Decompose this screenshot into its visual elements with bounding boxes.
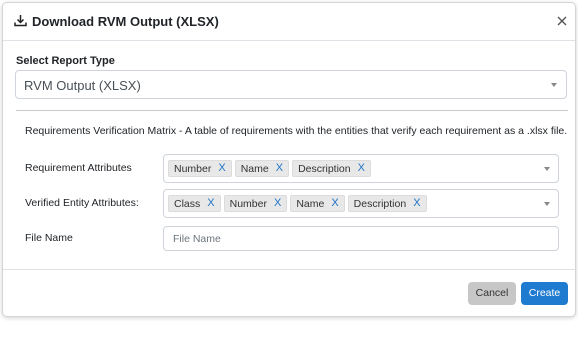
close-icon[interactable] <box>555 14 569 28</box>
dialog-title: Download RVM Output (XLSX) <box>32 14 219 29</box>
report-type-label: Select Report Type <box>16 55 115 67</box>
chip: Class X <box>168 195 221 212</box>
footer-divider <box>3 269 575 270</box>
remove-chip-button[interactable]: X <box>274 198 281 209</box>
remove-chip-button[interactable]: X <box>276 163 283 174</box>
section-divider <box>16 110 568 111</box>
requirement-attributes-label: Requirement Attributes <box>25 162 132 174</box>
chip: Description X <box>347 195 427 212</box>
verified-entity-attributes-select[interactable]: Class X Number X Name X Description X <box>163 189 559 218</box>
report-type-value: RVM Output (XLSX) <box>24 78 141 93</box>
dialog-header: Download RVM Output (XLSX) <box>3 3 575 41</box>
chip: Number X <box>223 195 288 212</box>
remove-chip-button[interactable]: X <box>218 163 225 174</box>
cancel-button[interactable]: Cancel <box>468 282 516 305</box>
chip: Name X <box>290 195 345 212</box>
chip: Number X <box>168 160 232 177</box>
create-button[interactable]: Create <box>521 282 568 305</box>
verified-entity-attributes-label: Verified Entity Attributes: <box>25 197 139 209</box>
download-icon <box>14 15 27 27</box>
chip: Name X <box>234 160 290 177</box>
verified-entity-attributes-chips: Class X Number X Name X Description X <box>168 195 427 212</box>
report-description: Requirements Verification Matrix - A tab… <box>25 125 568 137</box>
chevron-down-icon <box>551 83 557 87</box>
requirement-attributes-select[interactable]: Number X Name X Description X <box>163 154 559 183</box>
download-dialog: Download RVM Output (XLSX) Select Report… <box>2 2 576 317</box>
remove-chip-button[interactable]: X <box>413 198 420 209</box>
requirement-attributes-chips: Number X Name X Description X <box>168 160 371 177</box>
remove-chip-button[interactable]: X <box>331 198 338 209</box>
chevron-down-icon <box>544 167 550 171</box>
remove-chip-button[interactable]: X <box>207 198 214 209</box>
chip: Description X <box>292 160 371 177</box>
remove-chip-button[interactable]: X <box>358 163 365 174</box>
file-name-input[interactable] <box>163 226 559 251</box>
report-type-select[interactable]: RVM Output (XLSX) <box>15 70 567 99</box>
file-name-label: File Name <box>25 232 73 244</box>
chevron-down-icon <box>544 202 550 206</box>
